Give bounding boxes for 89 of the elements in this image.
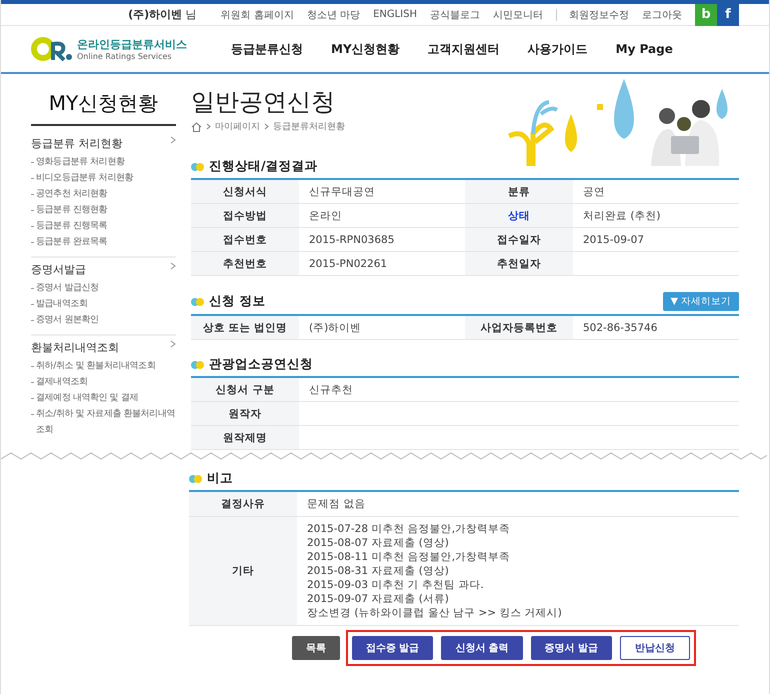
sidebar-group[interactable]: 등급분류 처리현황 xyxy=(31,136,176,151)
field-value: 2015-09-03 미추천 기 추천팀 과다. xyxy=(307,578,485,592)
field-value: 2015-09-07 xyxy=(583,234,644,246)
field-label: 추천일자 xyxy=(465,252,573,275)
top-link[interactable]: 위원회 홈페이지 xyxy=(220,8,294,22)
nav-link[interactable]: 등급분류신청 xyxy=(231,40,303,58)
action-button[interactable]: 증명서 발급 xyxy=(530,636,612,660)
sidebar-item[interactable]: 결제내역조회 xyxy=(31,374,176,390)
logo-title: 온라인등급분류서비스 xyxy=(77,37,187,52)
field-value: 공연 xyxy=(583,184,605,198)
field-value: 502-86-35746 xyxy=(583,322,658,334)
field-value: 처리완료 (추천) xyxy=(583,208,661,222)
sidebar-item[interactable]: 등급분류 진행목록 xyxy=(31,218,176,234)
field-value: 2015-07-28 미추천 음정불안,가창력부족 xyxy=(307,522,512,536)
logo-subtitle: Online Ratings Services xyxy=(77,52,173,61)
account-link[interactable]: 회원정보수정 xyxy=(569,8,629,22)
section-title: 비고 xyxy=(207,470,233,487)
chevron-icon xyxy=(170,340,176,348)
section-title: 신청 정보 xyxy=(209,293,266,310)
nav-link[interactable]: MY신청현황 xyxy=(331,40,400,58)
chevron-icon xyxy=(264,123,269,130)
field-label: 접수일자 xyxy=(465,228,573,251)
field-label: 상호 또는 법인명 xyxy=(191,316,299,339)
field-label: 기타 xyxy=(189,517,297,625)
sidebar-item[interactable]: 증명서 원본확인 xyxy=(31,312,176,328)
field-label: 접수방법 xyxy=(191,204,299,227)
field-label: 신청서 구분 xyxy=(191,378,299,401)
field-label: 신청서식 xyxy=(191,180,299,203)
chevron-icon xyxy=(170,262,176,270)
chevron-icon xyxy=(170,136,176,144)
field-value: 2015-08-11 미추천 음정불안,가창력부족 xyxy=(307,550,512,564)
field-label: 결정사유 xyxy=(189,492,297,516)
sidebar-group[interactable]: 환불처리내역조회 xyxy=(31,340,176,355)
field-value: (주)하이벤 xyxy=(309,320,362,334)
page-title: 일반공연신청 xyxy=(191,87,336,118)
field-value: 문제점 없음 xyxy=(307,497,366,511)
field-value: 2015-PN02261 xyxy=(309,258,388,270)
top-link[interactable]: 공식블로그 xyxy=(430,8,480,22)
action-button[interactable]: 반납신청 xyxy=(620,636,690,660)
bullet-icon xyxy=(191,360,205,368)
field-value: 장소변경 (뉴하와이클럽 울산 남구 >> 킹스 거제시) xyxy=(307,606,563,620)
field-label: 추천번호 xyxy=(191,252,299,275)
sidebar-item[interactable]: 증명서 발급신청 xyxy=(31,280,176,296)
bullet-icon xyxy=(191,298,205,306)
action-button[interactable]: 접수증 발급 xyxy=(352,636,434,660)
section-title: 관광업소공연신청 xyxy=(209,356,313,373)
field-label: 원작제명 xyxy=(191,426,299,449)
field-label: 사업자등록번호 xyxy=(465,316,573,339)
sidebar-item[interactable]: 영화등급분류 처리현황 xyxy=(31,154,176,170)
social-link[interactable]: f xyxy=(717,4,739,26)
action-button[interactable]: 신청서 출력 xyxy=(441,636,523,660)
field-label: 상태 xyxy=(465,204,573,227)
field-value: 2015-RPN03685 xyxy=(309,234,394,246)
chevron-icon xyxy=(206,123,211,130)
sidebar-item[interactable]: 공연추천 처리현황 xyxy=(31,186,176,202)
section-title: 진행상태/결정결과 xyxy=(209,158,318,175)
nav-link[interactable]: 고객지원센터 xyxy=(428,40,500,58)
breadcrumb-item[interactable]: 등급분류처리현황 xyxy=(273,120,345,133)
logo-icon xyxy=(31,36,73,62)
sidebar-item[interactable]: 등급분류 완료목록 xyxy=(31,234,176,250)
sidebar-title: MY신청현황 xyxy=(31,90,176,126)
field-label: 원작자 xyxy=(191,402,299,425)
bullet-icon xyxy=(191,162,205,170)
breadcrumb-item[interactable]: 마이페이지 xyxy=(215,120,260,133)
sidebar-item[interactable]: 결제예정 내역확인 및 결제 xyxy=(31,390,176,406)
sidebar-item[interactable]: 비디오등급분류 처리현황 xyxy=(31,170,176,186)
action-button[interactable]: 목록 xyxy=(292,636,340,660)
nav-link[interactable]: My Page xyxy=(616,42,673,56)
field-label: 분류 xyxy=(465,180,573,203)
sidebar-item[interactable]: 취소/취하 및 자료제출 환불처리내역조회 xyxy=(31,406,176,438)
bullet-icon xyxy=(189,474,203,482)
user-name: (주)하이벤 님 xyxy=(128,7,197,22)
field-value: 2015-09-07 자료제출 (서류) xyxy=(307,592,450,606)
field-value: 2015-08-07 자료제출 (영상) xyxy=(307,536,450,550)
sidebar-item[interactable]: 발급내역조회 xyxy=(31,296,176,312)
top-link[interactable]: 시민모니터 xyxy=(493,8,543,22)
sidebar-item[interactable]: 취하/취소 및 환불처리내역조회 xyxy=(31,358,176,374)
account-link[interactable]: 로그아웃 xyxy=(642,8,682,22)
field-label: 접수번호 xyxy=(191,228,299,251)
field-value: 신규추천 xyxy=(309,382,353,396)
home-icon xyxy=(191,122,202,132)
nav-link[interactable]: 사용가이드 xyxy=(528,40,588,58)
top-link[interactable]: 청소년 마당 xyxy=(306,8,360,22)
field-value: 2015-08-31 자료제출 (영상) xyxy=(307,564,450,578)
top-link[interactable]: ENGLISH xyxy=(373,9,417,20)
sidebar-item[interactable]: 등급분류 진행현황 xyxy=(31,202,176,218)
sidebar-group[interactable]: 증명서발급 xyxy=(31,262,176,277)
field-value: 신규무대공연 xyxy=(309,184,375,198)
field-value: 온라인 xyxy=(309,208,342,222)
